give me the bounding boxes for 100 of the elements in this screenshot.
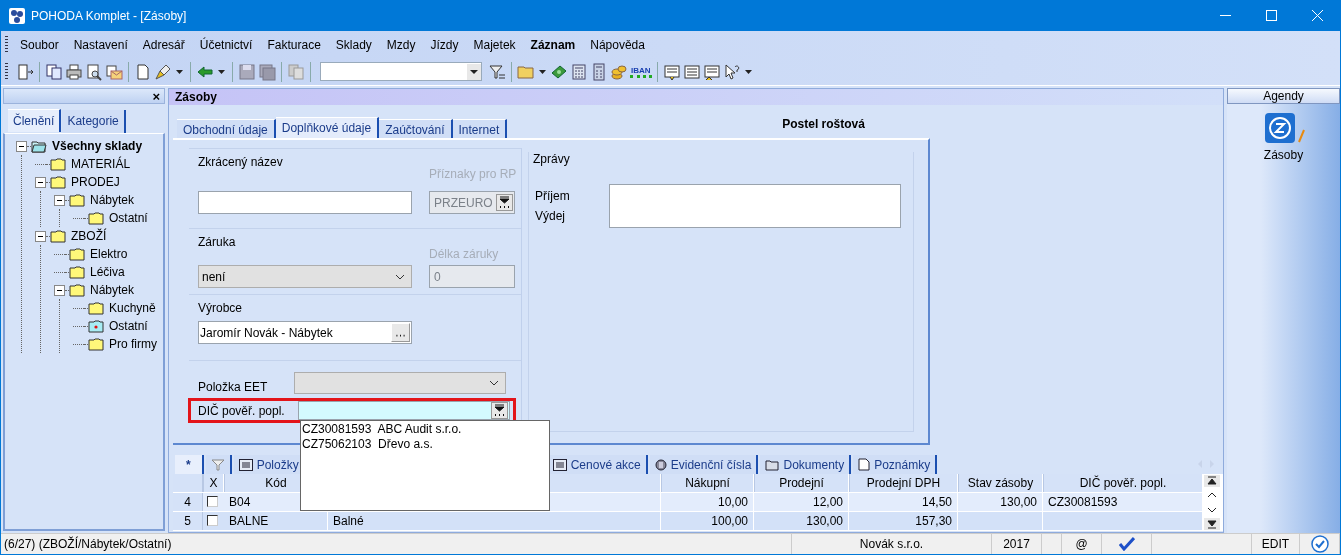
- agenda-label[interactable]: Zásoby: [1263, 148, 1304, 162]
- tree-item[interactable]: Pro firmy: [109, 337, 157, 351]
- collapse-icon[interactable]: [54, 194, 65, 206]
- checkbox[interactable]: [207, 515, 218, 526]
- minimize-button[interactable]: [1219, 15, 1231, 16]
- caret-icon[interactable]: [539, 69, 546, 74]
- brush-icon[interactable]: [154, 62, 172, 81]
- tree-item[interactable]: Kuchyně: [109, 301, 156, 315]
- tree-item[interactable]: Nábytek: [90, 193, 135, 207]
- table-cell: 14,50: [849, 493, 958, 511]
- printer-icon[interactable]: [65, 62, 83, 81]
- save-all-icon[interactable]: [258, 62, 276, 81]
- column-header: X: [203, 474, 224, 492]
- field-label: Délka záruky: [429, 247, 500, 261]
- maximize-button[interactable]: [1265, 10, 1277, 21]
- column-header: Prodejní DPH: [849, 474, 958, 492]
- list-icon[interactable]: [702, 62, 721, 81]
- tree-item[interactable]: MATERIÁL: [71, 157, 131, 171]
- status-text: 2017: [992, 534, 1042, 554]
- disc-icon: [654, 458, 667, 471]
- menu-item[interactable]: Účetnictví: [193, 37, 259, 52]
- short-name-field[interactable]: [198, 191, 412, 214]
- collapse-icon[interactable]: [35, 230, 46, 242]
- tab[interactable]: Poznámky: [853, 455, 938, 474]
- dropdown-button[interactable]: [496, 194, 513, 211]
- close-button[interactable]: [1311, 10, 1323, 21]
- menu-item[interactable]: Sklady: [329, 37, 378, 52]
- tab[interactable]: Cenové akce: [547, 455, 648, 474]
- calculator-icon[interactable]: [570, 62, 588, 81]
- tree-item[interactable]: Nábytek: [90, 283, 135, 297]
- group-label: Záruka: [198, 235, 237, 251]
- tab[interactable]: Obchodní údaje: [177, 119, 276, 138]
- scrollbar[interactable]: [1203, 474, 1223, 531]
- folder-icon: [69, 265, 85, 279]
- scroll-bottom-button[interactable]: [1204, 518, 1220, 530]
- table-cell: 100,00: [661, 512, 754, 530]
- document-icon[interactable]: [134, 62, 152, 81]
- tree-item[interactable]: Ostatní: [109, 211, 148, 225]
- tab[interactable]: *: [175, 455, 204, 474]
- dropdown-option[interactable]: CZ30081593 ABC Audit s.r.o.: [302, 422, 549, 437]
- scroll-top-button[interactable]: [1204, 475, 1220, 487]
- ellipsis-button[interactable]: [391, 323, 410, 342]
- tree-item[interactable]: Elektro: [90, 247, 128, 261]
- dropdown-option[interactable]: CZ75062103 Dřevo a.s.: [302, 437, 549, 452]
- filter-icon[interactable]: [488, 62, 506, 81]
- preview-icon[interactable]: [85, 62, 103, 81]
- caret-icon[interactable]: [744, 69, 752, 74]
- close-panel-button[interactable]: ×: [152, 88, 160, 104]
- tree-item[interactable]: PRODEJ: [71, 175, 120, 189]
- list-icon[interactable]: [662, 62, 681, 81]
- collapse-icon[interactable]: [16, 140, 27, 152]
- tree-item[interactable]: Všechny sklady: [52, 139, 143, 153]
- chevron-down-icon: [395, 273, 405, 280]
- field-label: DIČ pověř. popl.: [197, 403, 286, 418]
- tree-item[interactable]: Ostatní: [109, 319, 148, 333]
- field-label: Výdej: [535, 209, 567, 223]
- manufacturer-field[interactable]: Jaromír Novák - Nábytek: [198, 321, 412, 344]
- tab[interactable]: Členění: [8, 109, 62, 132]
- tab[interactable]: [205, 455, 232, 474]
- menu-item[interactable]: Záznam: [524, 37, 582, 52]
- tree-item[interactable]: Léčiva: [90, 265, 125, 279]
- folder-icon: [50, 157, 66, 171]
- folder-icon: [88, 319, 104, 333]
- menu-item[interactable]: Adresář: [136, 37, 191, 52]
- menu-item[interactable]: Nastavení: [67, 37, 134, 52]
- menu-item[interactable]: Fakturace: [261, 37, 327, 52]
- tab[interactable]: Internet: [452, 119, 508, 138]
- dropdown-button[interactable]: [491, 402, 508, 419]
- list-icon: [238, 458, 253, 471]
- messages-field[interactable]: [609, 184, 901, 228]
- collapse-icon[interactable]: [54, 284, 65, 296]
- folder-icon: [69, 283, 85, 297]
- tab[interactable]: Evidenční čísla: [649, 455, 759, 474]
- menu-item[interactable]: Nápověda: [584, 37, 651, 52]
- caret-icon[interactable]: [218, 69, 225, 74]
- tab[interactable]: Kategorie: [62, 110, 126, 133]
- item-title: Postel roštová: [782, 117, 865, 131]
- menu-item[interactable]: Majetek: [467, 37, 522, 52]
- tab[interactable]: Dokumenty: [760, 455, 852, 474]
- filter-icon: [210, 457, 225, 472]
- vat-payer-field[interactable]: [298, 401, 510, 420]
- menu-item[interactable]: Mzdy: [380, 37, 422, 52]
- list-icon[interactable]: [682, 62, 701, 81]
- exit-icon[interactable]: [16, 62, 34, 81]
- column-header: Stav zásoby: [958, 474, 1043, 492]
- check-icon: [1118, 537, 1135, 551]
- envelope-icon[interactable]: [105, 62, 123, 81]
- tree-item[interactable]: ZBOŽÍ: [71, 229, 107, 243]
- menu-item[interactable]: Jízdy: [424, 37, 465, 52]
- menu-item[interactable]: Soubor: [14, 37, 65, 52]
- copy-icon[interactable]: [45, 62, 63, 81]
- tab[interactable]: Doplňkové údaje: [275, 117, 380, 138]
- collapse-icon[interactable]: [35, 176, 46, 188]
- tab[interactable]: Zaúčtování: [379, 119, 453, 138]
- status-text: Novák s.r.o.: [792, 534, 992, 554]
- help-cursor-icon[interactable]: [722, 62, 741, 81]
- checkbox[interactable]: [207, 496, 218, 507]
- caret-icon[interactable]: [176, 69, 183, 74]
- warranty-select[interactable]: není: [198, 265, 412, 288]
- coins-icon[interactable]: [610, 62, 628, 81]
